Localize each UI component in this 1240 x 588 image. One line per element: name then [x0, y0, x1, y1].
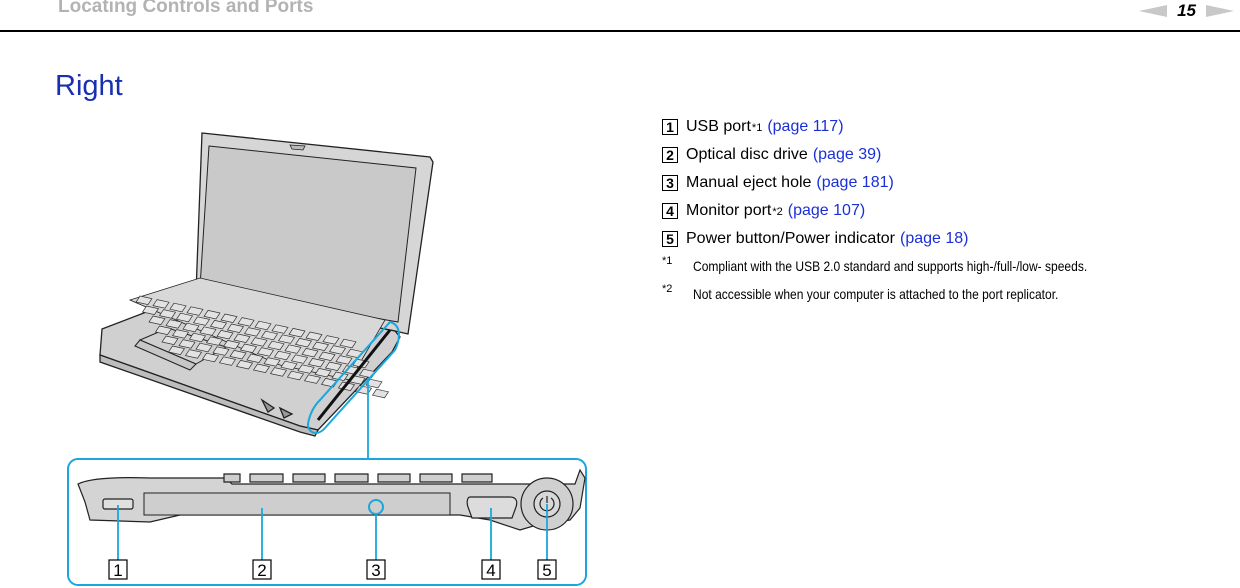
item-label: USB port: [686, 118, 751, 135]
callout-label: 5: [542, 561, 551, 580]
right-arrow-icon[interactable]: [1206, 5, 1234, 17]
callout-number: 2: [662, 147, 678, 163]
footnote-ref: *1: [751, 122, 763, 134]
callout-number: 5: [662, 231, 678, 247]
footnote-mark: *1: [662, 255, 673, 267]
page-nav: 15: [1139, 1, 1234, 21]
footnote: *2 Not accessible when your computer is …: [662, 283, 1151, 314]
item-label: Power button/Power indicator: [686, 230, 895, 247]
callout-label: 1: [113, 561, 122, 580]
page-link[interactable]: (page 181): [816, 174, 893, 192]
callout-number: 1: [662, 119, 678, 135]
laptop-figure: 1 2 3 4 5: [67, 132, 587, 586]
footnote-text: Not accessible when your computer is att…: [693, 286, 1059, 302]
list-item: 5 Power button/Power indicator (page 18): [662, 230, 1151, 258]
item-label: Manual eject hole: [686, 174, 812, 191]
left-arrow-icon[interactable]: [1139, 5, 1168, 17]
callout-label: 3: [371, 561, 380, 580]
key-icon: [371, 388, 390, 399]
callout-number: 4: [662, 203, 678, 219]
footnote-text: Compliant with the USB 2.0 standard and …: [693, 258, 1088, 274]
page-number: 15: [1177, 1, 1196, 20]
page-link[interactable]: (page 18): [900, 230, 969, 248]
callout-number: 3: [662, 175, 678, 191]
list-item: 3 Manual eject hole (page 181): [662, 174, 1151, 202]
item-label: Optical disc drive: [686, 146, 808, 163]
footnote: *1 Compliant with the USB 2.0 standard a…: [662, 255, 1151, 286]
callout-label: 2: [257, 561, 266, 580]
list-item: 4 Monitor port *2 (page 107): [662, 202, 1151, 230]
page-link[interactable]: (page 39): [813, 146, 882, 164]
item-label: Monitor port: [686, 202, 772, 219]
list-item: 1 USB port *1 (page 117): [662, 118, 1151, 146]
callout-label: 4: [486, 561, 495, 580]
footnote-ref: *2: [772, 206, 783, 218]
component-list: 1 USB port *1 (page 117) 2 Optical disc d…: [662, 118, 1151, 314]
side-view-illustration: [77, 468, 586, 531]
page-link[interactable]: (page 117): [767, 118, 843, 136]
list-item: 2 Optical disc drive (page 39): [662, 146, 1151, 174]
footnote-mark: *2: [662, 283, 673, 295]
page-link[interactable]: (page 107): [788, 202, 865, 220]
